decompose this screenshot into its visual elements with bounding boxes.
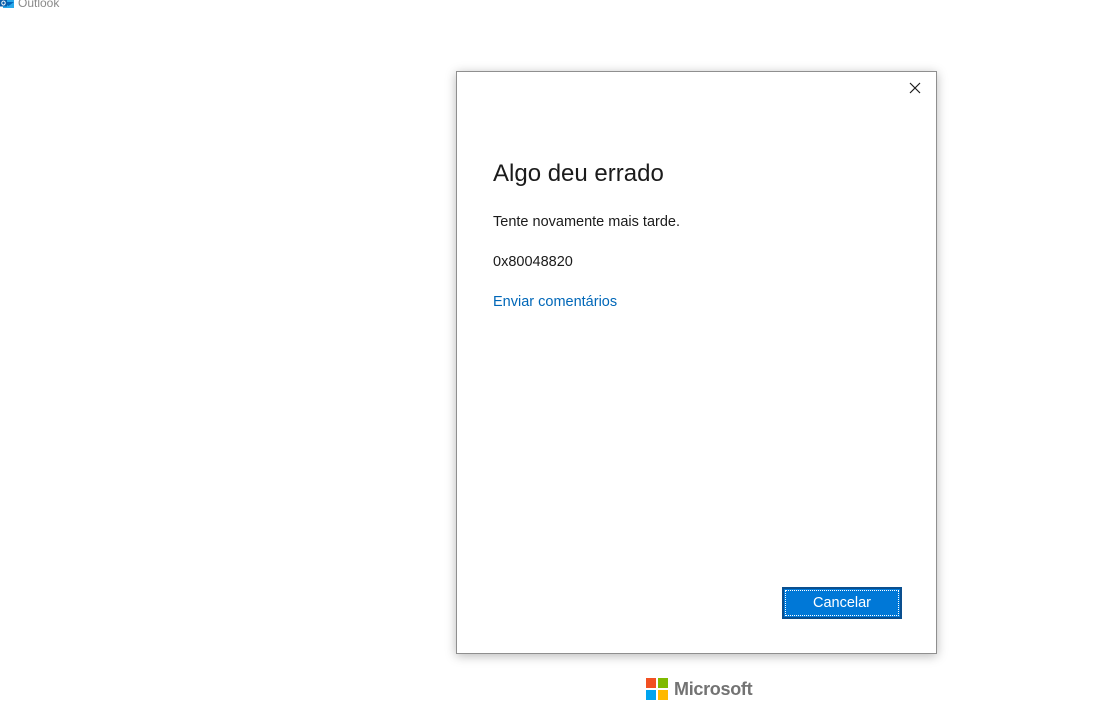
close-button[interactable]	[904, 79, 926, 101]
dialog-title: Algo deu errado	[493, 160, 664, 187]
outlook-icon	[0, 0, 14, 9]
close-icon	[909, 81, 921, 99]
logo-yellow-square	[658, 690, 668, 700]
send-feedback-link[interactable]: Enviar comentários	[493, 292, 617, 312]
error-code: 0x80048820	[493, 254, 573, 270]
error-message: Tente novamente mais tarde.	[493, 214, 680, 230]
error-dialog: Algo deu errado Tente novamente mais tar…	[456, 71, 937, 654]
microsoft-branding: Microsoft	[646, 678, 753, 700]
app-title: Outlook	[18, 0, 60, 10]
logo-green-square	[658, 678, 668, 688]
microsoft-wordmark: Microsoft	[674, 678, 753, 699]
cancel-button[interactable]: Cancelar	[782, 587, 902, 619]
microsoft-logo-icon	[646, 678, 668, 700]
logo-red-square	[646, 678, 656, 688]
logo-blue-square	[646, 690, 656, 700]
cancel-button-label: Cancelar	[812, 595, 872, 611]
app-title-bar: Outlook	[0, 0, 59, 11]
